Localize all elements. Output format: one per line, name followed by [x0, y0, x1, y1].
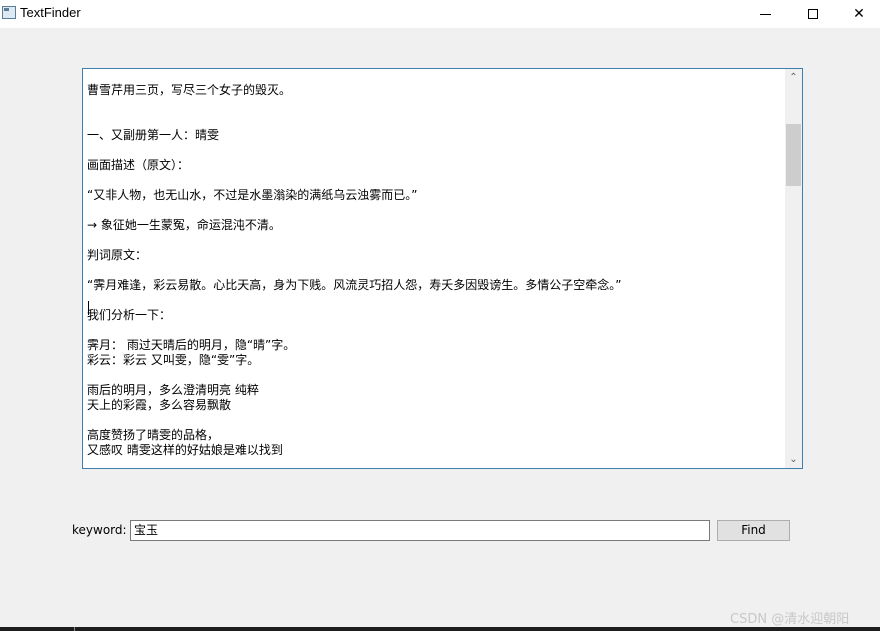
text-line: 曹雪芹用三页，写尽三个女子的毁灭。	[87, 83, 292, 97]
text-caret	[88, 301, 89, 315]
minimize-button[interactable]	[742, 0, 788, 28]
keyword-input[interactable]: 宝玉	[130, 520, 710, 541]
text-line: 一、又副册第一人：晴雯	[87, 128, 220, 142]
text-line: 画面描述（原文）：	[87, 158, 190, 172]
text-editor[interactable]: 曹雪芹用三页，写尽三个女子的毁灭。 一、又副册第一人：晴雯 画面描述（原文）： “又非…	[82, 68, 803, 469]
text-line: 彩云：彩云 又叫雯，隐“雯”字。	[87, 353, 260, 367]
text-line: 霁月： 雨过天晴后的明月，隐“晴”字。	[87, 338, 296, 352]
text-line: 我们分析一下：	[87, 308, 172, 322]
app-window-icon	[2, 6, 16, 19]
text-line: “霁月难逢，彩云易散。心比天高，身为下贱。风流灵巧招人怨，寿夭多因毁谤生。多情公…	[87, 278, 622, 292]
maximize-button[interactable]	[790, 0, 836, 28]
text-line: 天上的彩霞，多么容易飘散	[87, 398, 232, 412]
scroll-down-icon[interactable]: ⌄	[785, 451, 802, 468]
minimize-icon	[759, 13, 771, 15]
scroll-thumb[interactable]	[786, 124, 801, 186]
text-line: 高度赞扬了晴雯的品格，	[87, 428, 220, 442]
close-icon: ✕	[853, 6, 865, 22]
taskbar-edge	[0, 627, 880, 631]
text-line: 又感叹 晴雯这样的好姑娘是难以找到	[87, 443, 283, 457]
window-title: TextFinder	[20, 5, 81, 20]
close-button[interactable]: ✕	[836, 0, 880, 28]
text-line: “又非人物，也无山水，不过是水墨滃染的满纸乌云浊雾而已。”	[87, 188, 418, 202]
text-line: 判词原文：	[87, 248, 148, 262]
text-content[interactable]: 曹雪芹用三页，写尽三个女子的毁灭。 一、又副册第一人：晴雯 画面描述（原文）： “又非…	[87, 69, 785, 468]
title-bar: TextFinder ✕	[0, 0, 880, 28]
text-line: 雨后的明月，多么澄清明亮 纯粹	[87, 383, 259, 397]
watermark: CSDN @清水迎朝阳	[730, 612, 850, 627]
keyword-label: keyword:	[72, 523, 127, 537]
scroll-up-icon[interactable]: ⌃	[785, 69, 802, 86]
text-line: → 象征她一生蒙冤，命运混沌不清。	[87, 218, 281, 232]
vertical-scrollbar[interactable]: ⌃ ⌄	[785, 69, 802, 468]
find-button[interactable]: Find	[717, 520, 790, 541]
maximize-icon	[808, 9, 818, 19]
